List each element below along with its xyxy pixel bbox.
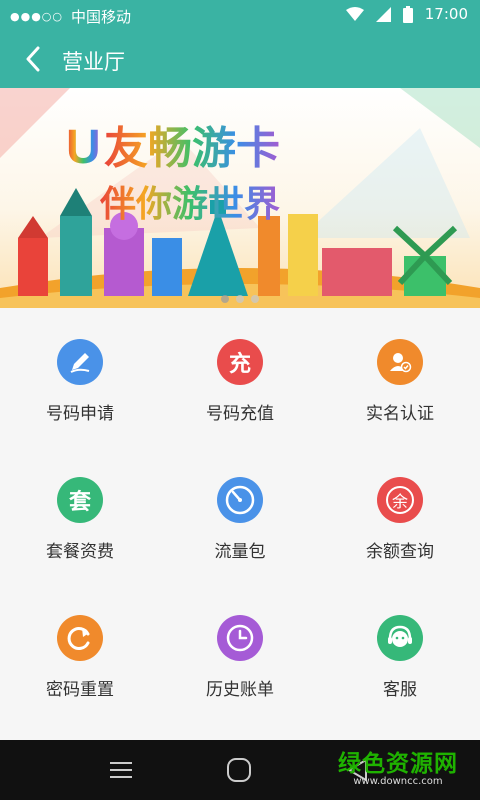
- service-real-name[interactable]: 实名认证: [320, 308, 480, 446]
- battery-icon: [402, 5, 413, 23]
- menu-button[interactable]: [104, 755, 138, 785]
- service-label: 密码重置: [46, 680, 114, 700]
- banner-artwork: U 友畅游卡 伴你游世界: [0, 88, 480, 308]
- banner-headline: 友畅游卡: [104, 123, 280, 174]
- banner-headline-prefix: U: [66, 121, 101, 174]
- data-gauge-icon: [217, 477, 263, 523]
- app-bar: 营业厅: [0, 30, 480, 88]
- menu-icon: [110, 762, 132, 778]
- wifi-icon: [345, 7, 364, 21]
- clock: 17:00: [424, 5, 468, 23]
- service-customer-service[interactable]: 客服: [320, 584, 480, 722]
- recharge-icon: 充: [217, 339, 263, 385]
- chevron-left-icon: [26, 46, 40, 72]
- balance-search-icon: 余: [377, 477, 423, 523]
- watermark-title: 绿色资源网: [338, 751, 458, 777]
- carrier-name: 中国移动: [71, 8, 132, 26]
- home-button[interactable]: [222, 755, 256, 785]
- user-verify-icon: [377, 339, 423, 385]
- banner-dot[interactable]: [251, 295, 259, 303]
- service-data-package[interactable]: 流量包: [160, 446, 320, 584]
- service-package-fees[interactable]: 套 套餐资费: [0, 446, 160, 584]
- service-number-apply[interactable]: 号码申请: [0, 308, 160, 446]
- service-label: 流量包: [214, 542, 266, 562]
- watermark-url: www.downcc.com: [353, 776, 443, 787]
- cell-signal-icon: [375, 6, 391, 22]
- banner-dot[interactable]: [221, 295, 229, 303]
- service-label: 客服: [383, 680, 417, 700]
- service-label: 余额查询: [366, 542, 434, 562]
- status-bar: ●●●○○ 中国移动 17:00: [0, 0, 480, 30]
- page-title: 营业厅: [62, 50, 125, 74]
- service-balance-query[interactable]: 余 余额查询: [320, 446, 480, 584]
- service-label: 号码申请: [46, 404, 114, 424]
- service-label: 号码充值: [206, 404, 274, 424]
- service-label: 历史账单: [206, 680, 274, 700]
- banner-subheadline: 伴你游世界: [99, 184, 280, 225]
- home-circle-icon: [227, 758, 251, 782]
- promo-banner[interactable]: U 友畅游卡 伴你游世界: [0, 88, 480, 308]
- service-label: 套餐资费: [46, 542, 114, 562]
- service-grid: 号码申请 充 号码充值 实名认证 套 套餐资费 流量包 余 余额查询 密码重置: [0, 308, 480, 740]
- banner-dot[interactable]: [236, 295, 244, 303]
- customer-service-icon: [377, 615, 423, 661]
- signal-dots: ●●●○○: [10, 10, 63, 23]
- service-label: 实名认证: [366, 404, 434, 424]
- service-password-reset[interactable]: 密码重置: [0, 584, 160, 722]
- back-button[interactable]: [16, 42, 50, 76]
- service-number-recharge[interactable]: 充 号码充值: [160, 308, 320, 446]
- reset-icon: [57, 615, 103, 661]
- service-history-bill[interactable]: 历史账单: [160, 584, 320, 722]
- site-watermark: 绿色资源网 www.downcc.com: [338, 744, 458, 787]
- clock-bill-icon: [217, 615, 263, 661]
- pen-icon: [57, 339, 103, 385]
- banner-page-indicator: [0, 295, 480, 303]
- package-icon: 套: [57, 477, 103, 523]
